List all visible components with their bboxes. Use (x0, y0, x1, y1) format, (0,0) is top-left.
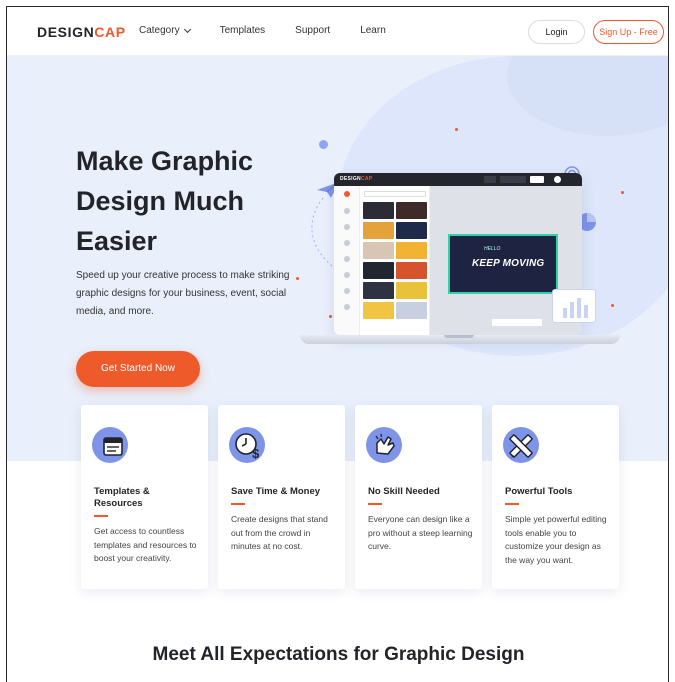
app-sidebar (334, 186, 360, 335)
feature-card-save-time: $ Save Time & Money Create designs that … (218, 405, 345, 589)
artwork-headline: KEEP MOVING (472, 258, 545, 269)
template-thumbnail (396, 262, 427, 279)
nav-learn-label: Learn (360, 25, 386, 36)
chevron-down-icon (183, 25, 191, 33)
app-sidebar-icon (344, 256, 350, 262)
feature-description: Everyone can design like a pro without a… (368, 514, 473, 551)
template-thumbnail (396, 222, 427, 239)
main-nav: Category Templates Support Learn (139, 25, 416, 36)
feature-card-templates: Templates & Resources Get access to coun… (81, 405, 208, 589)
features-row: Templates & Resources Get access to coun… (81, 405, 621, 589)
template-thumbnail (363, 202, 394, 219)
template-thumbnail (396, 202, 427, 219)
hero-subtitle: Speed up your creative process to make s… (76, 270, 290, 317)
template-thumbnail (363, 222, 394, 239)
app-preview-mockup: DESIGNCAP HELLO KEEP MOVING (334, 173, 582, 335)
page: DESIGNCAP Category Templates Support Lea… (6, 6, 669, 682)
app-sidebar-icon (344, 191, 350, 197)
feature-card-powerful-tools: Powerful Tools Simple yet powerful editi… (492, 405, 619, 589)
template-thumbnail (363, 302, 394, 319)
svg-text:$: $ (252, 446, 260, 461)
app-template-panel (360, 186, 430, 335)
designcap-logo[interactable]: DESIGNCAP (37, 24, 126, 40)
nav-category[interactable]: Category (139, 25, 191, 36)
app-sidebar-icon (344, 224, 350, 230)
nav-templates[interactable]: Templates (220, 25, 266, 36)
decor-dot (329, 315, 332, 318)
app-toolbar-button (530, 176, 544, 183)
top-header: DESIGNCAP Category Templates Support Lea… (7, 7, 668, 56)
logo-cap-text: CAP (94, 24, 126, 40)
template-thumbnail (396, 242, 427, 259)
time-money-icon: $ (229, 427, 265, 463)
feature-title: Templates & Resources (94, 486, 150, 509)
hand-icon (366, 427, 402, 463)
signup-button[interactable]: Sign Up - Free (593, 20, 664, 44)
app-toolbar: DESIGNCAP (334, 173, 582, 186)
section-title: Meet All Expectations for Graphic Design (152, 644, 525, 665)
app-toolbar-button (484, 176, 496, 183)
app-sidebar-icon (344, 272, 350, 278)
nav-category-label: Category (139, 25, 180, 36)
nav-learn[interactable]: Learn (360, 25, 386, 36)
decor-dot (611, 304, 614, 307)
feature-underline (368, 503, 382, 505)
feature-card-no-skill: No Skill Needed Everyone can design like… (355, 405, 482, 589)
app-avatar (554, 176, 561, 183)
feature-title: Powerful Tools (505, 486, 573, 497)
feature-underline (94, 515, 108, 517)
bar-chart-card (552, 289, 596, 323)
bar-chart-icon (563, 298, 588, 318)
app-logo: DESIGNCAP (340, 176, 372, 182)
template-thumbnail (363, 242, 394, 259)
hero-title: Make Graphic Design Much Easier (76, 146, 254, 256)
templates-icon (92, 427, 128, 463)
nav-templates-label: Templates (219, 25, 266, 36)
feature-description: Create designs that stand out from the c… (231, 514, 328, 551)
nav-support-label: Support (295, 25, 331, 36)
get-started-button[interactable]: Get Started Now (76, 351, 200, 387)
app-logo-design: DESIGN (340, 176, 361, 182)
template-thumbnail (396, 282, 427, 299)
decor-dot (621, 191, 624, 194)
artwork-small-text: HELLO (484, 246, 501, 252)
app-zoom-control (492, 319, 542, 326)
design-artwork: HELLO KEEP MOVING (448, 234, 558, 294)
hero-section: Make Graphic Design Much Easier Speed up… (7, 56, 668, 461)
app-logo-cap: CAP (360, 176, 373, 182)
app-sidebar-icon (344, 240, 350, 246)
app-sidebar-icon (344, 208, 350, 214)
decor-dot (455, 128, 458, 131)
nav-support[interactable]: Support (295, 25, 330, 36)
app-search-bar (364, 191, 426, 197)
feature-description: Simple yet powerful editing tools enable… (505, 514, 607, 565)
decor-dot (296, 277, 299, 280)
feature-description: Get access to countless templates and re… (94, 526, 197, 563)
app-toolbar-button (500, 176, 526, 183)
login-button[interactable]: Login (528, 20, 585, 44)
template-thumbnail (363, 282, 394, 299)
logo-design-text: DESIGN (37, 24, 95, 40)
template-thumbnail (396, 302, 427, 319)
app-sidebar-icon (344, 304, 350, 310)
feature-title: Save Time & Money (231, 486, 321, 497)
decor-dot (319, 140, 328, 149)
feature-underline (231, 503, 245, 505)
feature-title: No Skill Needed (368, 486, 440, 497)
feature-underline (505, 503, 519, 505)
tools-icon (503, 427, 539, 463)
template-thumbnail (363, 262, 394, 279)
app-sidebar-icon (344, 288, 350, 294)
laptop-notch (444, 335, 474, 338)
